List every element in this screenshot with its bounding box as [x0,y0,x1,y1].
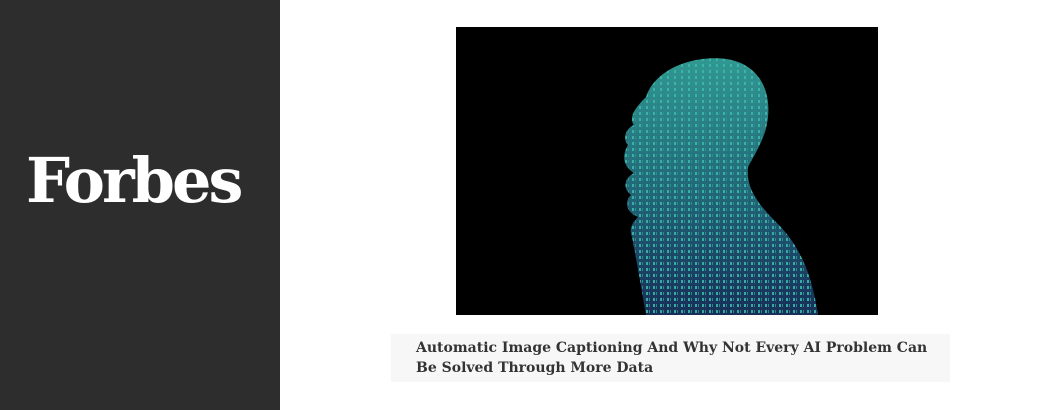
binary-head-silhouette-icon [456,27,878,315]
article-image[interactable] [456,27,878,315]
article-title[interactable]: Automatic Image Captioning And Why Not E… [416,338,936,378]
caption-box: Automatic Image Captioning And Why Not E… [391,334,950,382]
forbes-logo[interactable]: Forbes [26,150,243,212]
article-card: Automatic Image Captioning And Why Not E… [280,0,1064,410]
brand-sidebar: Forbes [0,0,280,410]
